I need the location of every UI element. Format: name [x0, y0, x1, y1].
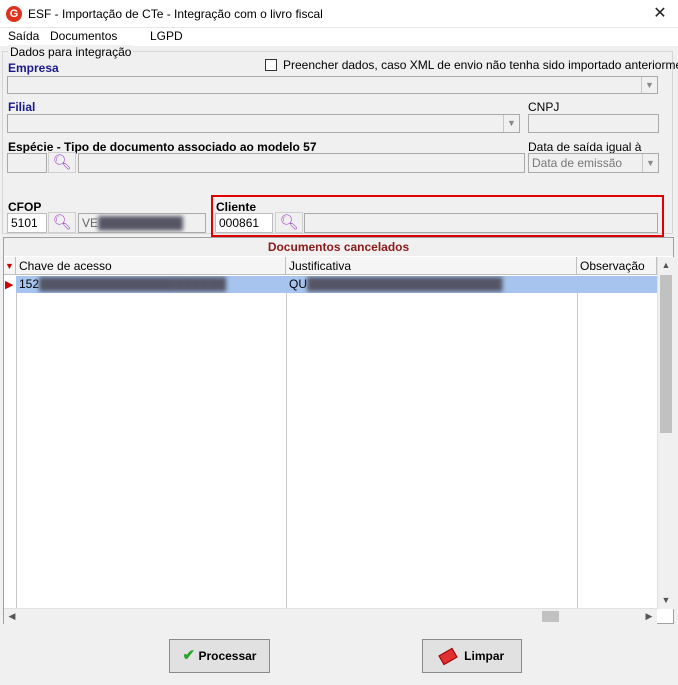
redacted-text: ██████████████████████	[39, 277, 227, 291]
scroll-right-icon[interactable]: ▶	[641, 609, 657, 624]
cell-chave[interactable]: 152██████████████████████	[16, 276, 286, 293]
empresa-label: Empresa	[8, 61, 59, 75]
chevron-down-icon[interactable]: ▼	[642, 154, 658, 172]
column-divider	[16, 276, 17, 608]
hscroll-thumb[interactable]	[542, 611, 559, 622]
vertical-scrollbar[interactable]: ▲ ▼	[657, 257, 674, 609]
check-icon: ✔	[182, 647, 196, 664]
scroll-left-icon[interactable]: ◀	[4, 609, 20, 624]
column-header-observacao[interactable]: Observação	[577, 257, 657, 275]
app-logo-icon: G	[6, 6, 22, 22]
menu-documentos[interactable]: Documentos	[50, 29, 117, 43]
redacted-text: ██████████	[98, 216, 184, 230]
horizontal-scrollbar[interactable]: ◀ ▶	[4, 608, 657, 624]
chevron-down-icon[interactable]: ▼	[503, 115, 519, 132]
cancelled-documents-grid	[3, 237, 674, 624]
cfop-label: CFOP	[8, 200, 42, 214]
especie-search-button[interactable]: 🔍︎	[48, 152, 76, 173]
especie-description-field[interactable]	[78, 153, 525, 173]
especie-code-field[interactable]	[7, 153, 47, 173]
chave-text: 152	[19, 277, 40, 291]
grid-title: Documentos cancelados	[4, 238, 673, 256]
header-indicator-icon: ▼	[4, 257, 16, 275]
cell-observacao[interactable]	[577, 276, 657, 293]
limpar-button[interactable]: Limpar	[422, 639, 522, 673]
filial-label: Filial	[8, 100, 36, 114]
group-legend: Dados para integração	[8, 45, 134, 59]
empresa-select[interactable]: ▼	[7, 76, 658, 94]
scrollbar-thumb[interactable]	[660, 275, 672, 433]
filial-select[interactable]: ▼	[7, 114, 520, 133]
redacted-text: ███████████████████████	[307, 277, 503, 291]
window-title: ESF - Importação de CTe - Integração com…	[28, 7, 323, 21]
cfop-search-button[interactable]: 🔍︎	[48, 212, 76, 233]
cnpj-field[interactable]	[528, 114, 659, 133]
chevron-down-icon[interactable]: ▼	[641, 77, 657, 93]
current-row-indicator-icon: ▶	[5, 279, 14, 291]
column-divider	[577, 276, 578, 608]
scroll-down-icon[interactable]: ▼	[658, 592, 674, 609]
highlight-box	[211, 195, 664, 237]
column-header-justificativa[interactable]: Justificativa	[286, 257, 577, 275]
close-button[interactable]: ✕	[648, 4, 672, 24]
data-saida-select[interactable]: Data de emissão ▼	[528, 153, 659, 173]
prefill-checkbox-label: Preencher dados, caso XML de envio não t…	[283, 58, 678, 72]
search-icon: 🔍︎	[52, 154, 72, 171]
justificativa-text: QU	[289, 277, 307, 291]
eraser-icon	[438, 648, 458, 666]
cnpj-label: CNPJ	[528, 100, 560, 114]
prefill-checkbox[interactable]	[265, 59, 277, 71]
column-divider	[286, 276, 287, 608]
column-header-chave[interactable]: Chave de acesso	[16, 257, 286, 275]
cfop-description-field[interactable]: VE██████████	[78, 213, 206, 233]
menu-lgpd[interactable]: LGPD	[150, 29, 183, 43]
limpar-label: Limpar	[464, 649, 505, 663]
scroll-up-icon[interactable]: ▲	[658, 257, 674, 274]
processar-label: Processar	[198, 649, 257, 663]
search-icon: 🔍︎	[52, 214, 72, 231]
data-saida-label: Data de saída igual à	[528, 140, 642, 154]
cfop-description-text: VE	[82, 216, 99, 230]
processar-button[interactable]: ✔ Processar	[169, 639, 270, 673]
data-saida-value: Data de emissão	[532, 156, 623, 170]
cfop-field[interactable]: 5101	[7, 213, 47, 233]
menu-saida[interactable]: Saída	[8, 29, 39, 43]
cell-justificativa[interactable]: QU███████████████████████	[286, 276, 577, 293]
